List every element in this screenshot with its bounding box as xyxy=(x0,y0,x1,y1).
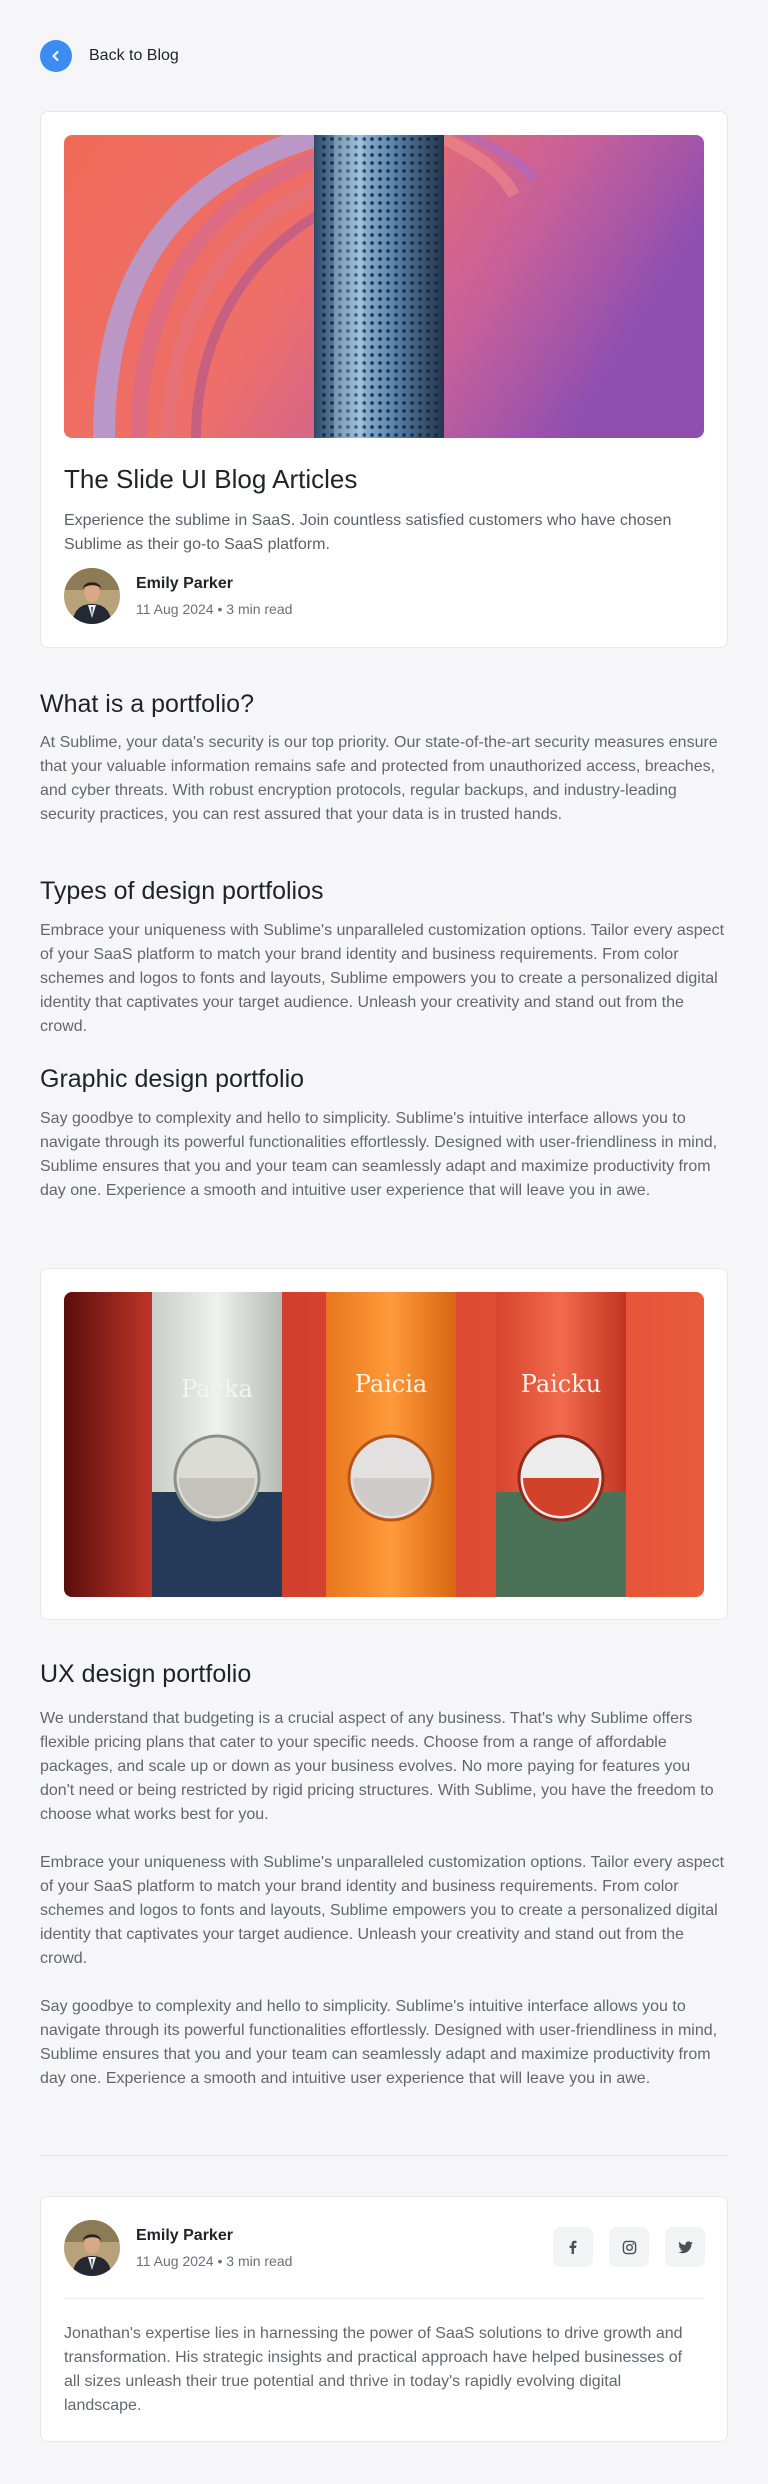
section-paragraph: We understand that budgeting is a crucia… xyxy=(40,1710,714,1823)
author-card-divider xyxy=(64,2298,704,2299)
facebook-icon[interactable] xyxy=(553,2227,593,2267)
section-heading: Types of design portfolios xyxy=(40,877,324,905)
gallery-image-card: Packa Paicia Paicku xyxy=(40,1268,728,1620)
product-label: Paicia xyxy=(355,1370,427,1398)
section-paragraph: Embrace your uniqueness with Sublime's u… xyxy=(40,922,725,1035)
content-divider xyxy=(40,2155,728,2156)
back-label: Back to Blog xyxy=(89,47,179,64)
post-meta: 11 Aug 2024 • 3 min read xyxy=(136,2253,293,2269)
section-paragraph: Embrace your uniqueness with Sublime's u… xyxy=(40,1854,725,1967)
author-avatar xyxy=(64,568,120,624)
author-card-header: Emily Parker 11 Aug 2024 • 3 min read xyxy=(64,2220,292,2276)
post-header-card: The Slide UI Blog Articles Experience th… xyxy=(40,111,728,648)
twitter-icon[interactable] xyxy=(665,2227,705,2267)
chevron-left-icon xyxy=(40,40,72,72)
section-paragraph: Say goodbye to complexity and hello to s… xyxy=(40,1110,718,1199)
section-heading: UX design portfolio xyxy=(40,1660,252,1688)
section-heading: What is a portfolio? xyxy=(40,690,254,718)
post-subtitle: Experience the sublime in SaaS. Join cou… xyxy=(64,512,672,553)
instagram-icon[interactable] xyxy=(609,2227,649,2267)
back-to-blog-link[interactable]: Back to Blog xyxy=(40,40,179,72)
author-card: Emily Parker 11 Aug 2024 • 3 min read Jo… xyxy=(40,2196,728,2442)
author-name[interactable]: Emily Parker xyxy=(136,2227,292,2245)
author-name[interactable]: Emily Parker xyxy=(136,575,292,593)
post-meta: 11 Aug 2024 • 3 min read xyxy=(136,601,293,617)
author-bio: Jonathan's expertise lies in harnessing … xyxy=(64,2325,683,2414)
section-paragraph: Say goodbye to complexity and hello to s… xyxy=(40,1998,718,2087)
post-title: The Slide UI Blog Articles xyxy=(64,464,358,494)
post-author: Emily Parker 11 Aug 2024 • 3 min read xyxy=(64,568,292,624)
social-links xyxy=(553,2227,705,2267)
section-paragraph: At Sublime, your data's security is our … xyxy=(40,734,718,823)
author-avatar xyxy=(64,2220,120,2276)
section-heading: Graphic design portfolio xyxy=(40,1065,305,1093)
product-label: Packa xyxy=(181,1375,253,1403)
hero-image xyxy=(64,135,704,438)
product-label: Paicku xyxy=(521,1370,602,1398)
product-image: Packa Paicia Paicku xyxy=(64,1292,704,1597)
